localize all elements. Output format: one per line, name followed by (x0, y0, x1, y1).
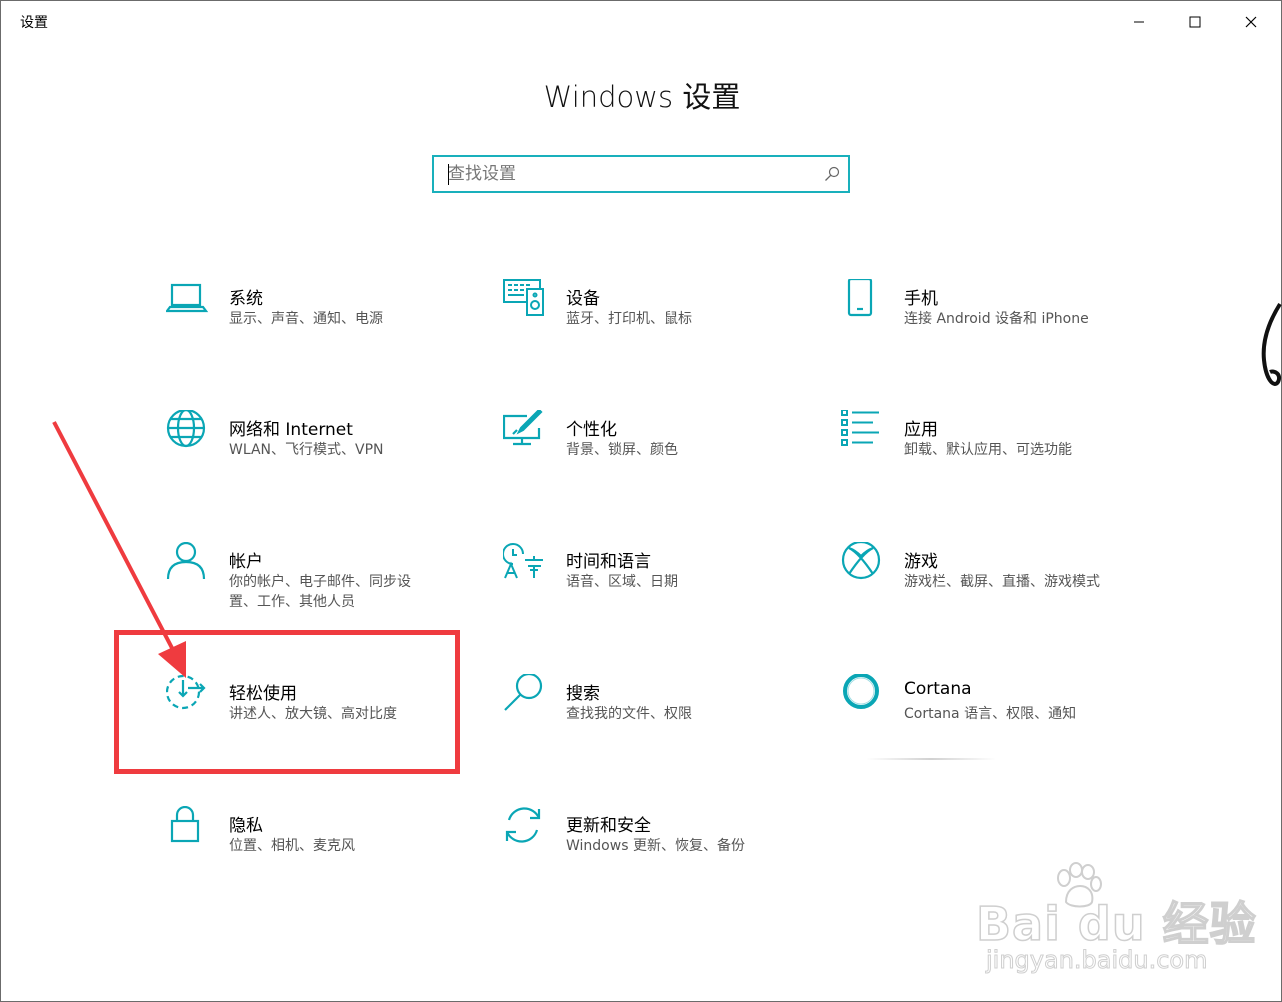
tile-description: 背景、锁屏、颜色 (566, 442, 678, 458)
tile-description: 你的帐户、电子邮件、同步设置、工作、其他人员 (229, 574, 411, 610)
tile-description: 语音、区域、日期 (566, 574, 678, 590)
tile-title: 应用 (904, 420, 938, 440)
text-caret (448, 164, 449, 185)
tile-network[interactable]: 网络和 Internet WLAN、飞行模式、VPN (166, 410, 466, 490)
close-button[interactable] (1223, 1, 1279, 43)
watermark-brand: Bai du 经验 (975, 896, 1257, 952)
arrow-annotation (52, 421, 186, 678)
watermark-url: jingyan.baidu.com (985, 946, 1208, 975)
search-magnifier-icon (503, 674, 547, 718)
xbox-icon (841, 542, 885, 586)
tile-phone[interactable]: 手机 连接 Android 设备和 iPhone (841, 279, 1141, 359)
tile-title: 设备 (566, 289, 600, 309)
search-box[interactable] (432, 155, 850, 193)
update-arrows-icon (503, 806, 547, 850)
tile-description: WLAN、飞行模式、VPN (229, 442, 384, 458)
page-title: Windows 设置 (543, 80, 741, 114)
tile-title: Cortana (904, 679, 972, 699)
minimize-icon (1134, 21, 1144, 23)
tile-description: 显示、声音、通知、电源 (229, 311, 383, 327)
window-title: 设置 (20, 15, 48, 31)
title-bar[interactable]: 设置 (1, 1, 1281, 43)
tile-title: 个性化 (566, 420, 617, 440)
tile-update-security[interactable]: 更新和安全 Windows 更新、恢复、备份 (503, 806, 803, 886)
apps-list-icon (841, 410, 885, 454)
tile-description: 连接 Android 设备和 iPhone (904, 311, 1089, 327)
close-icon (1245, 16, 1257, 28)
tile-description: 蓝牙、打印机、鼠标 (566, 311, 692, 327)
tile-description: Windows 更新、恢复、备份 (566, 838, 745, 854)
baidu-watermark: Bai du 经验 jingyan.baidu.com (975, 858, 1256, 983)
tile-devices[interactable]: 设备 蓝牙、打印机、鼠标 (503, 279, 803, 359)
tile-description: Cortana 语言、权限、通知 (904, 706, 1077, 722)
tile-accounts[interactable]: 帐户 你的帐户、电子邮件、同步设置、工作、其他人员 (166, 542, 466, 622)
tile-title: 搜索 (566, 684, 600, 704)
search-input[interactable] (434, 157, 818, 191)
tile-apps[interactable]: 应用 卸载、默认应用、可选功能 (841, 410, 1141, 490)
tile-title: 更新和安全 (566, 816, 651, 836)
maximize-icon (1189, 16, 1201, 28)
tile-personalization[interactable]: 个性化 背景、锁屏、颜色 (503, 410, 803, 490)
tile-title: 隐私 (229, 816, 263, 836)
tile-time-language[interactable]: 时间和语言 语音、区域、日期 (503, 542, 803, 622)
tile-title: 系统 (229, 289, 263, 309)
cortana-ring-icon (841, 674, 885, 718)
cortana-shadow (866, 758, 996, 760)
tile-title: 网络和 Internet (229, 420, 353, 440)
tile-gaming[interactable]: 游戏 游戏栏、截屏、直播、游戏模式 (841, 542, 1141, 622)
tile-title: 游戏 (904, 552, 938, 572)
tile-description: 位置、相机、麦克风 (229, 838, 355, 854)
time-language-icon (503, 542, 547, 586)
tile-privacy[interactable]: 隐私 位置、相机、麦克风 (166, 806, 466, 886)
lock-icon (166, 806, 210, 850)
tile-title: 帐户 (229, 552, 263, 572)
tile-system[interactable]: 系统 显示、声音、通知、电源 (166, 279, 466, 359)
tile-search[interactable]: 搜索 查找我的文件、权限 (503, 674, 803, 754)
phone-icon (841, 279, 885, 323)
maximize-button[interactable] (1167, 1, 1223, 43)
personalization-icon (503, 410, 547, 454)
tile-title: 时间和语言 (566, 552, 651, 572)
tile-title: 手机 (904, 289, 938, 309)
tile-description: 查找我的文件、权限 (566, 706, 692, 722)
tile-description: 游戏栏、截屏、直播、游戏模式 (904, 574, 1100, 590)
tile-description: 卸载、默认应用、可选功能 (904, 442, 1072, 458)
search-icon[interactable] (824, 166, 840, 182)
devices-icon (503, 279, 547, 323)
pen-mark (1261, 302, 1282, 386)
tile-cortana[interactable]: Cortana Cortana 语言、权限、通知 (841, 674, 1141, 754)
minimize-button[interactable] (1111, 1, 1167, 43)
laptop-icon (166, 279, 210, 323)
